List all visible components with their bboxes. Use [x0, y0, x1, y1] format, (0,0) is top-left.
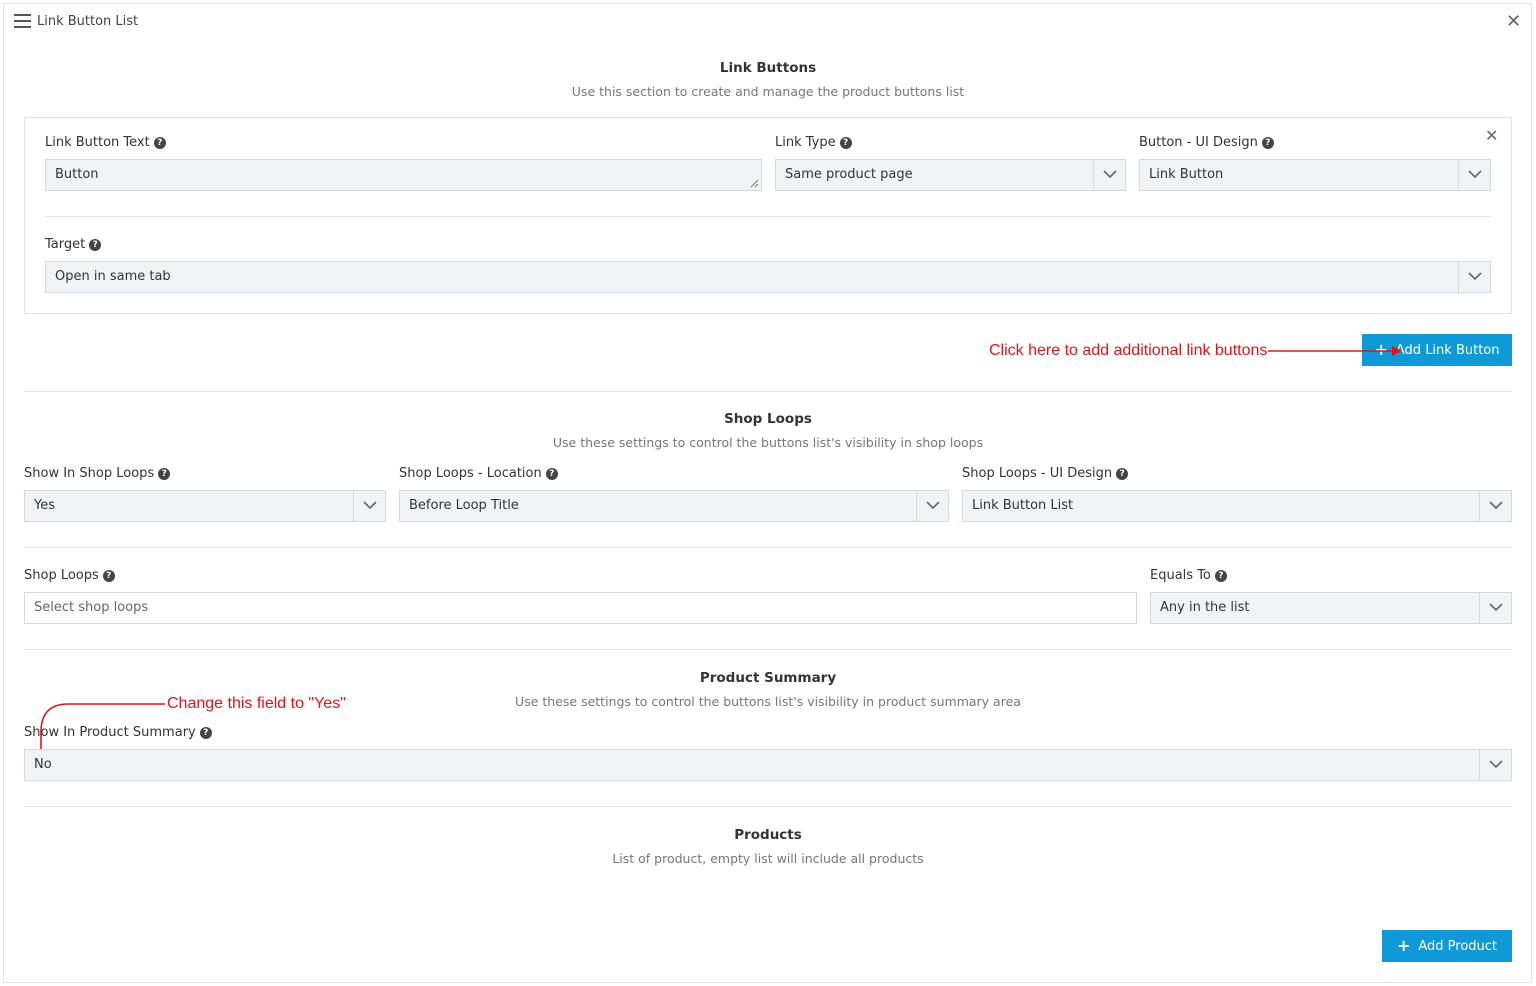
- label-text: Button - UI Design: [1139, 135, 1258, 150]
- section-subtitle-products: List of product, empty list will include…: [612, 851, 924, 866]
- label-text: Show In Product Summary: [24, 725, 196, 740]
- shop-loops-ui-design-select[interactable]: Link Button List: [962, 490, 1512, 522]
- label-text: Shop Loops: [24, 568, 99, 583]
- help-icon[interactable]: ?: [1116, 468, 1129, 480]
- chevron-down-icon[interactable]: [1479, 750, 1511, 780]
- help-icon[interactable]: ?: [1261, 137, 1274, 149]
- field-value: Any in the list: [1160, 600, 1250, 615]
- close-icon[interactable]: ✕: [1506, 13, 1521, 31]
- help-icon[interactable]: ?: [89, 239, 102, 251]
- help-icon[interactable]: ?: [153, 137, 166, 149]
- field-value: No: [34, 757, 52, 772]
- button-ui-design-select[interactable]: Link Button: [1139, 159, 1491, 191]
- chevron-down-icon[interactable]: [1093, 160, 1125, 190]
- field-value: Before Loop Title: [409, 498, 519, 513]
- help-icon[interactable]: ?: [102, 570, 115, 582]
- chevron-down-icon[interactable]: [916, 491, 948, 521]
- label-text: Target: [45, 237, 86, 252]
- field-value: Button: [55, 167, 99, 182]
- show-in-shop-loops-label: Show In Shop Loops?: [24, 466, 171, 481]
- annotation-add-link-hint: Click here to add additional link button…: [989, 342, 1268, 359]
- field-value: Yes: [34, 498, 55, 513]
- show-in-shop-loops-select[interactable]: Yes: [24, 490, 386, 522]
- annotation-summary-hint: Change this field to "Yes": [167, 695, 346, 712]
- shop-loops-ui-design-label: Shop Loops - UI Design?: [962, 466, 1129, 481]
- shop-loops-label: Shop Loops?: [24, 568, 115, 583]
- field-value: Same product page: [785, 167, 913, 182]
- button-label: Add Link Button: [1395, 343, 1500, 358]
- label-text: Equals To: [1150, 568, 1211, 583]
- section-title-products: Products: [734, 827, 802, 843]
- label-text: Shop Loops - Location: [399, 466, 542, 481]
- section-subtitle-link-buttons: Use this section to create and manage th…: [571, 84, 965, 99]
- section-title-shop-loops: Shop Loops: [724, 411, 812, 427]
- help-icon[interactable]: ?: [1214, 570, 1227, 582]
- target-label: Target?: [45, 237, 102, 252]
- annotation-arrow: [1268, 346, 1402, 356]
- equals-to-select[interactable]: Any in the list: [1150, 592, 1512, 624]
- add-product-button[interactable]: + Add Product: [1382, 930, 1512, 962]
- chevron-down-icon[interactable]: [1479, 593, 1511, 623]
- panel-title: Link Button List: [37, 14, 139, 29]
- hamburger-icon[interactable]: [14, 14, 31, 28]
- button-ui-design-label: Button - UI Design?: [1139, 135, 1274, 150]
- divider: [24, 806, 1512, 807]
- divider: [45, 216, 1491, 217]
- show-in-product-summary-select[interactable]: No: [24, 749, 1512, 781]
- chevron-down-icon[interactable]: [353, 491, 385, 521]
- label-text: Show In Shop Loops: [24, 466, 155, 481]
- link-button-text-input[interactable]: Button: [45, 159, 762, 191]
- field-value: Open in same tab: [55, 269, 171, 284]
- shop-loops-location-label: Shop Loops - Location?: [399, 466, 558, 481]
- divider: [24, 391, 1512, 392]
- link-button-text-label: Link Button Text?: [45, 135, 166, 150]
- help-icon[interactable]: ?: [158, 468, 171, 480]
- help-icon[interactable]: ?: [839, 137, 852, 149]
- shop-loops-location-select[interactable]: Before Loop Title: [399, 490, 949, 522]
- field-value: Link Button List: [972, 498, 1074, 513]
- section-subtitle-shop-loops: Use these settings to control the button…: [552, 435, 984, 450]
- label-text: Link Type: [775, 135, 836, 150]
- plus-icon: +: [1396, 936, 1411, 955]
- label-text: Shop Loops - UI Design: [962, 466, 1113, 481]
- label-text: Link Button Text: [45, 135, 150, 150]
- link-type-label: Link Type?: [775, 135, 852, 150]
- resize-handle-icon[interactable]: [750, 179, 759, 188]
- link-type-select[interactable]: Same product page: [775, 159, 1126, 191]
- field-value: Link Button: [1149, 167, 1224, 182]
- chevron-down-icon[interactable]: [1458, 262, 1490, 292]
- shop-loops-input[interactable]: Select shop loops: [24, 592, 1137, 624]
- show-in-product-summary-label: Show In Product Summary?: [24, 725, 212, 740]
- chevron-down-icon[interactable]: [1479, 491, 1511, 521]
- divider: [24, 649, 1512, 650]
- section-title-product-summary: Product Summary: [699, 670, 837, 686]
- help-icon[interactable]: ?: [545, 468, 558, 480]
- equals-to-label: Equals To?: [1150, 568, 1227, 583]
- divider: [24, 547, 1512, 548]
- target-select[interactable]: Open in same tab: [45, 261, 1491, 293]
- chevron-down-icon[interactable]: [1458, 160, 1490, 190]
- button-label: Add Product: [1418, 939, 1498, 954]
- section-title-link-buttons: Link Buttons: [719, 60, 817, 76]
- remove-link-button-icon[interactable]: ✕: [1485, 128, 1498, 144]
- field-placeholder: Select shop loops: [34, 600, 149, 615]
- help-icon[interactable]: ?: [199, 727, 212, 739]
